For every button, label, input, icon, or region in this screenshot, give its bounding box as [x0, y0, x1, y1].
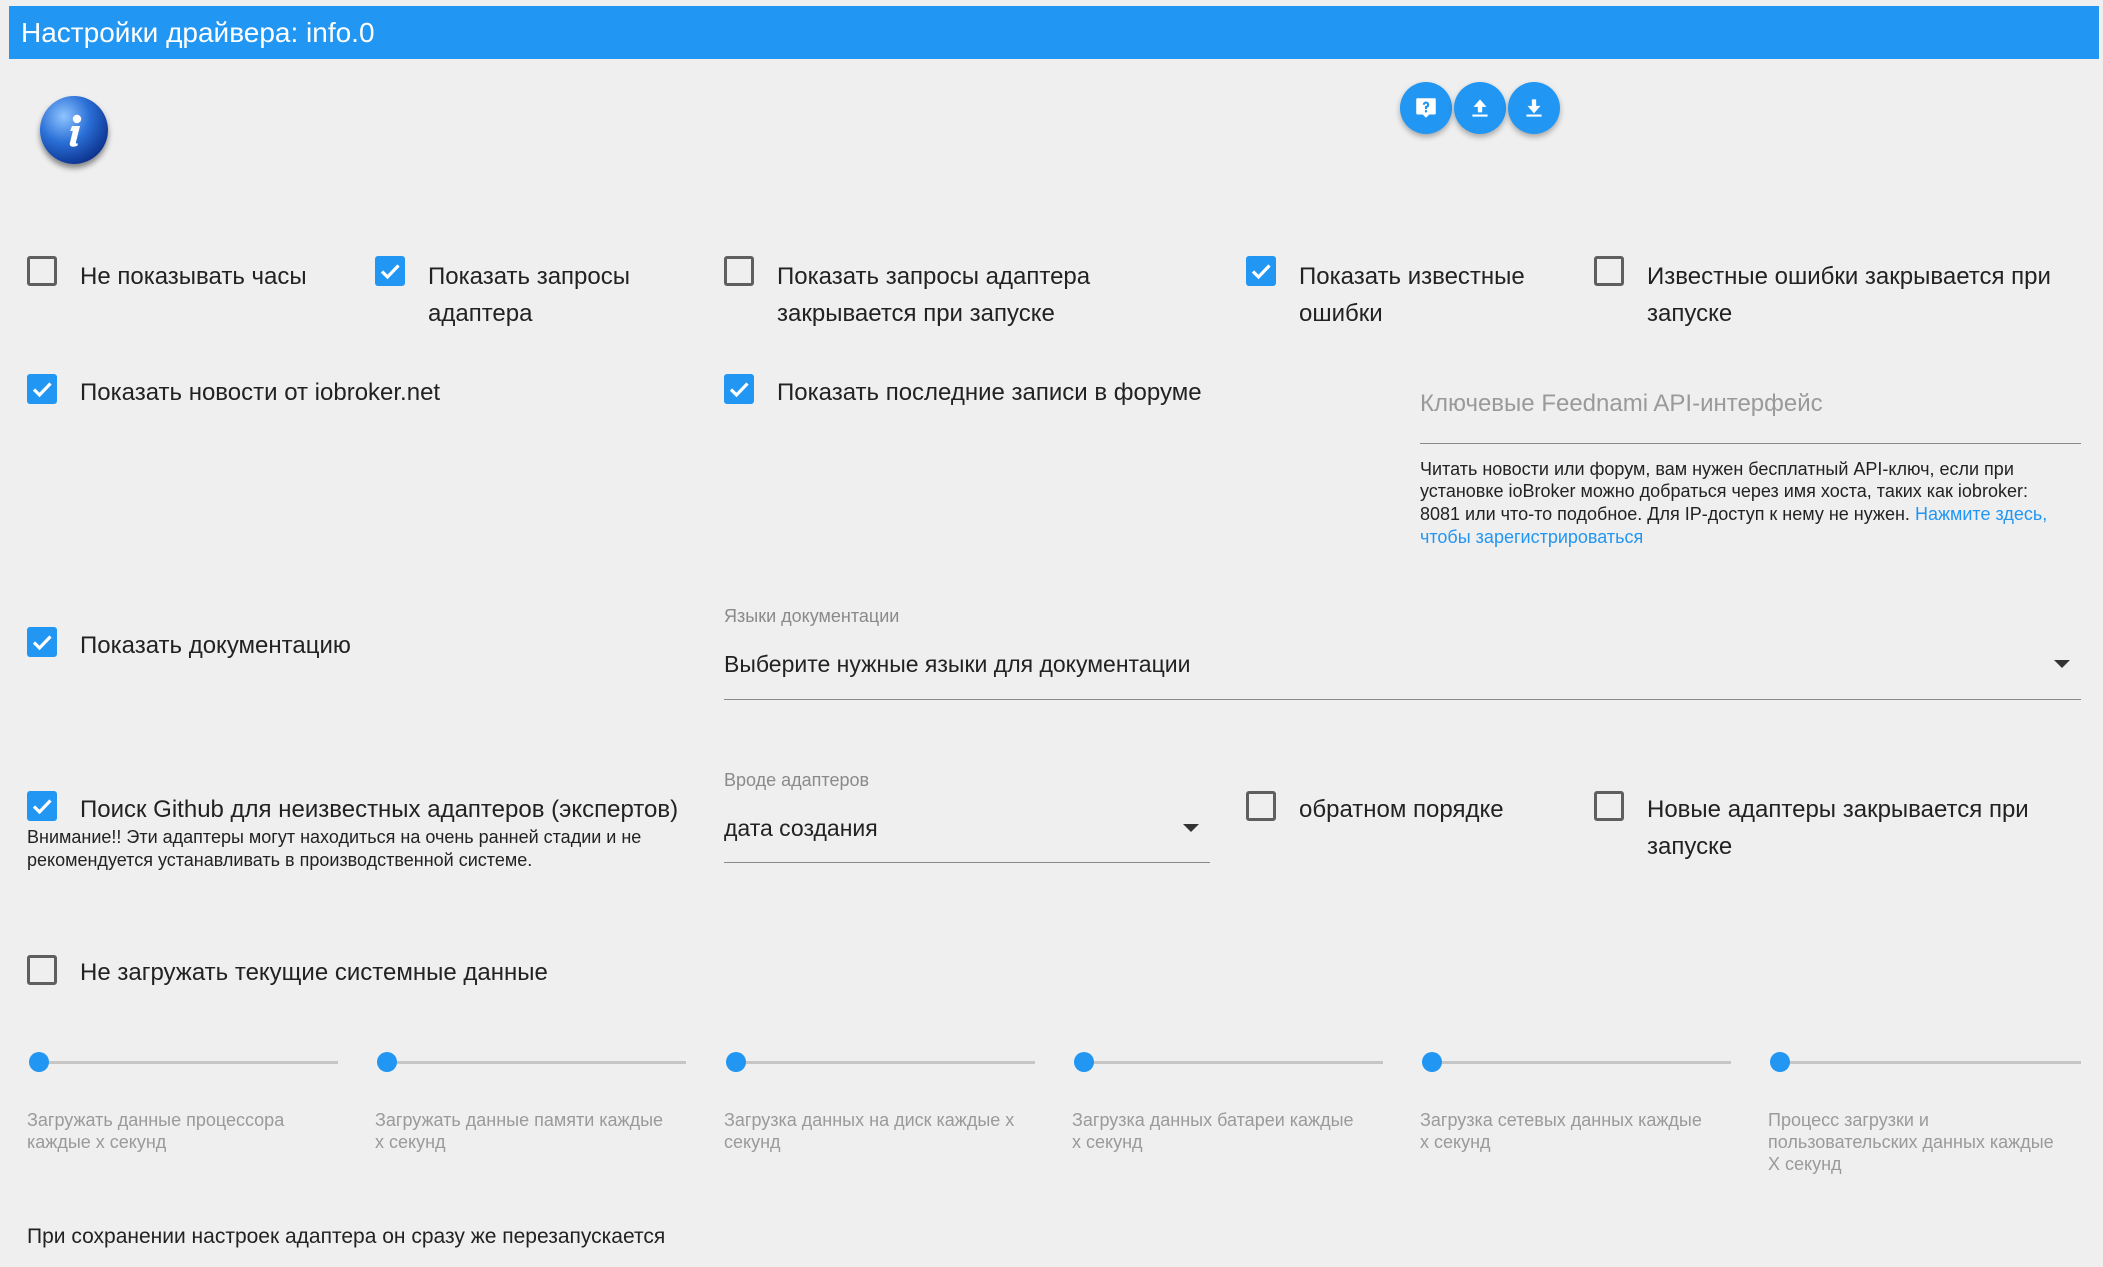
show-docs-label: Показать документацию	[80, 632, 351, 659]
hide-clock-label: Не показывать часы	[80, 263, 307, 290]
known-errors-closed-label-line2: запуске	[1647, 300, 1733, 327]
known-errors-closed-checkbox[interactable]	[1594, 256, 1624, 286]
slider-label: Загружать данные процессора каждые х сек…	[27, 1109, 337, 1153]
github-search-checkbox[interactable]	[27, 791, 57, 821]
show-forum-checkbox[interactable]	[724, 374, 754, 404]
adapter-requests-closed-label-line2: закрывается при запуске	[777, 300, 1055, 327]
title-bar: Настройки драйвера: info.0	[9, 6, 2099, 59]
page-title: Настройки драйвера: info.0	[21, 17, 375, 48]
sort-adapters-label: Вроде адаптеров	[724, 770, 870, 790]
sort-adapters-underline	[724, 862, 1210, 863]
slider-label-line1: Загружать данные памяти каждые	[375, 1110, 664, 1130]
slider-label-line1: Загружать данные процессора	[27, 1110, 285, 1130]
slider-label: Загрузка сетевых данных каждые х секунд	[1420, 1109, 1730, 1153]
reverse-order-label: обратном порядке	[1299, 796, 1504, 823]
feednami-key-underline	[1420, 443, 2081, 444]
slider-track[interactable]	[729, 1061, 1035, 1064]
sort-adapters-chevron-down-icon[interactable]	[1183, 824, 1199, 832]
upload-button[interactable]	[1454, 82, 1506, 134]
slider-label-line1: Загрузка данных батареи каждые	[1072, 1110, 1354, 1130]
upload-icon	[1472, 99, 1488, 117]
help-button[interactable]	[1400, 82, 1452, 134]
adapter-requests-closed-label-line1: Показать запросы адаптера	[777, 263, 1091, 290]
feednami-help-line3: 8081 или что-то подобное. Для IP-доступ …	[1420, 504, 1910, 524]
show-forum-label: Показать последние записи в форуме	[777, 379, 1202, 406]
show-news-label: Показать новости от iobroker.net	[80, 379, 441, 406]
doc-languages-chevron-down-icon[interactable]	[2054, 660, 2070, 668]
github-search-hint-line2: рекомендуется устанавливать в производст…	[27, 850, 533, 870]
slider-label-line2: каждые х секунд	[27, 1132, 167, 1152]
feednami-help-line3-row: 8081 или что-то подобное. Для IP-доступ …	[1420, 503, 2047, 526]
feednami-help-line1: Читать новости или форум, вам нужен бесп…	[1420, 459, 2014, 479]
slider-label-line2: секунд	[724, 1132, 781, 1152]
slider-thumb[interactable]	[1422, 1052, 1442, 1072]
slider-label-line2: х секунд	[375, 1132, 446, 1152]
hide-clock-checkbox[interactable]	[27, 256, 57, 286]
slider-label-line2: пользовательских данных каждые	[1768, 1132, 2054, 1152]
register-link-part2[interactable]: чтобы зарегистрироваться	[1420, 527, 1643, 547]
github-search-label: Поиск Github для неизвестных адаптеров (…	[80, 796, 679, 823]
slider-track[interactable]	[1077, 1061, 1383, 1064]
slider-label-line1: Процесс загрузки и	[1768, 1110, 1929, 1130]
show-known-errors-checkbox[interactable]	[1246, 256, 1276, 286]
slider-track[interactable]	[380, 1061, 686, 1064]
adapter-requests-closed-checkbox[interactable]	[724, 256, 754, 286]
slider-track[interactable]	[1425, 1061, 1731, 1064]
feednami-key-input[interactable]: Ключевые Feednami API-интерфейс	[1420, 390, 1823, 418]
slider-label-line2: х секунд	[1420, 1132, 1491, 1152]
show-adapter-requests-label-line1: Показать запросы	[428, 263, 630, 290]
slider-thumb[interactable]	[726, 1052, 746, 1072]
new-adapters-closed-checkbox[interactable]	[1594, 791, 1624, 821]
slider-thumb[interactable]	[1074, 1052, 1094, 1072]
register-link-part1[interactable]: Нажмите здесь,	[1915, 504, 2047, 524]
show-news-checkbox[interactable]	[27, 374, 57, 404]
download-icon	[1526, 99, 1542, 117]
new-adapters-closed-label-line1: Новые адаптеры закрывается при	[1647, 796, 2029, 823]
slider-label: Загрузка данных батареи каждые х секунд	[1072, 1109, 1382, 1153]
github-search-hint-line1: Внимание!! Эти адаптеры могут находиться…	[27, 827, 642, 847]
sort-adapters-select[interactable]: дата создания	[724, 815, 878, 842]
slider-track[interactable]	[32, 1061, 338, 1064]
slider-thumb[interactable]	[377, 1052, 397, 1072]
new-adapters-closed-label-line2: запуске	[1647, 833, 1733, 860]
show-adapter-requests-label-line2: адаптера	[428, 300, 533, 327]
show-adapter-requests-checkbox[interactable]	[375, 256, 405, 286]
register-link-row: чтобы зарегистрироваться	[1420, 526, 1643, 549]
slider-label-line1: Загрузка сетевых данных каждые	[1420, 1110, 1702, 1130]
slider-label: Процесс загрузки и пользовательских данн…	[1768, 1109, 2078, 1175]
slider-label-line2: х секунд	[1072, 1132, 1143, 1152]
slider-thumb[interactable]	[29, 1052, 49, 1072]
show-docs-checkbox[interactable]	[27, 627, 57, 657]
settings-page: Настройки драйвера: info.0 Не показывать…	[0, 0, 2103, 1267]
slider-label-line3: Х секунд	[1768, 1154, 1842, 1174]
slider-label: Загружать данные памяти каждые х секунд	[375, 1109, 685, 1153]
show-known-errors-label-line1: Показать известные	[1299, 263, 1525, 290]
slider-track[interactable]	[1774, 1061, 2081, 1064]
slider-label-line1: Загрузка данных на диск каждые х	[724, 1110, 1015, 1130]
slider-thumb[interactable]	[1770, 1052, 1790, 1072]
footer-note: При сохранении настроек адаптера он сраз…	[27, 1225, 666, 1248]
doc-languages-underline	[724, 699, 2081, 700]
doc-languages-label: Языки документации	[724, 606, 900, 626]
help-icon	[1416, 98, 1436, 118]
known-errors-closed-label-line1: Известные ошибки закрывается при	[1647, 263, 2051, 290]
info-logo-icon	[40, 96, 108, 164]
download-button[interactable]	[1508, 82, 1560, 134]
reverse-order-checkbox[interactable]	[1246, 791, 1276, 821]
show-known-errors-label-line2: ошибки	[1299, 300, 1383, 327]
no-system-data-label: Не загружать текущие системные данные	[80, 959, 548, 986]
doc-languages-select[interactable]: Выберите нужные языки для документации	[724, 651, 1190, 678]
no-system-data-checkbox[interactable]	[27, 955, 57, 985]
feednami-help-line2: установке ioBroker можно добраться через…	[1420, 481, 2028, 501]
slider-label: Загрузка данных на диск каждые х секунд	[724, 1109, 1034, 1153]
